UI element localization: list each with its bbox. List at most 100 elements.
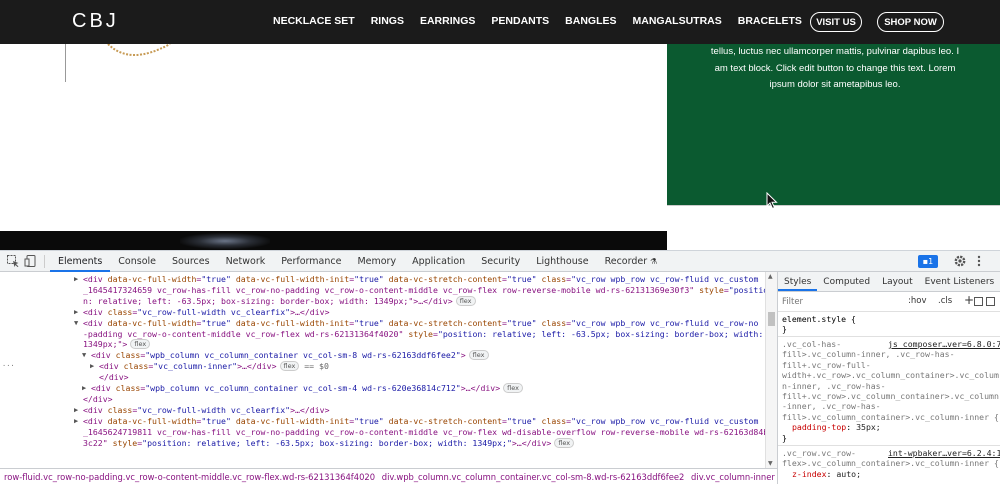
tab-console[interactable]: Console xyxy=(110,251,164,272)
flex-badge[interactable]: flex xyxy=(455,295,476,306)
rule-divider xyxy=(778,445,1000,446)
dom-node-markup: <div class="vc_row-full-width vc_clearfi… xyxy=(83,306,330,317)
nav-link-bracelets[interactable]: BRACELETS xyxy=(738,15,802,27)
scrollbar-thumb[interactable] xyxy=(768,312,775,326)
styles-pane: Styles Computed Layout Event Listeners »… xyxy=(777,272,1000,484)
tab-recorder[interactable]: Recorder ⚗ xyxy=(597,251,666,272)
collapse-node-icon[interactable]: ▼ xyxy=(74,318,83,329)
tab-security[interactable]: Security xyxy=(473,251,528,272)
nav-link-earrings[interactable]: EARRINGS xyxy=(420,15,475,27)
mouse-cursor-icon xyxy=(766,192,778,210)
breadcrumb-row[interactable]: row-fluid.vc_row-no-padding.vc_row-o-con… xyxy=(0,472,375,482)
rule1-selector: n-inner, .vc_row-has- xyxy=(782,380,886,391)
scroll-up-icon[interactable]: ▲ xyxy=(768,273,773,280)
dom-node-markup: <div class="vc_column-inner">…</div> flex… xyxy=(99,361,329,372)
breadcrumb-column[interactable]: div.wpb_column.vc_column_container.vc_co… xyxy=(378,472,685,482)
elements-dom-tree[interactable]: ▶ <div data-vc-full-width="true" data-vc-… xyxy=(0,272,765,468)
tab-styles[interactable]: Styles xyxy=(778,272,818,291)
tab-recorder-label: Recorder xyxy=(604,256,648,267)
dom-node-markup: <div class="wpb_column vc_column_contain… xyxy=(91,383,523,394)
flex-badge[interactable]: flex xyxy=(279,361,300,372)
tab-application[interactable]: Application xyxy=(404,251,473,272)
rule-divider xyxy=(778,336,1000,337)
expand-node-icon[interactable]: ▶ xyxy=(74,416,83,427)
rule2-declaration[interactable]: z-index: auto; xyxy=(792,469,861,479)
class-toggle[interactable]: .cls xyxy=(938,296,952,306)
dom-node-markup: n: relative; left: -63.5px; box-sizing: … xyxy=(83,295,476,307)
expand-node-icon[interactable]: ▶ xyxy=(82,383,91,394)
property-name[interactable]: z-index xyxy=(792,469,827,479)
collapse-node-icon[interactable]: ▼ xyxy=(82,350,91,361)
dom-node-markup: 1349px;"> flex xyxy=(83,339,151,350)
scroll-down-icon[interactable]: ▼ xyxy=(768,460,773,467)
expand-node-icon[interactable]: ▶ xyxy=(90,361,99,372)
dom-node-markup: </div> xyxy=(99,372,129,383)
device-toolbar-icon[interactable] xyxy=(24,254,38,268)
element-style-rule[interactable]: element.style { xyxy=(782,314,856,324)
more-options-icon[interactable] xyxy=(972,254,986,268)
nav-link-pendants[interactable]: PENDANTS xyxy=(491,15,549,27)
nav-link-bangles[interactable]: BANGLES xyxy=(565,15,616,27)
property-name[interactable]: padding-top xyxy=(792,422,846,432)
tab-sources[interactable]: Sources xyxy=(164,251,218,272)
tab-event-listeners[interactable]: Event Listeners xyxy=(919,272,1000,291)
divider-line xyxy=(65,44,66,82)
flask-icon: ⚗ xyxy=(650,257,658,266)
rule1-source-link[interactable]: js_composer…ver=6.8.0:7 xyxy=(888,339,1000,349)
green-text-block: tellus, luctus nec ullamcorper mattis, p… xyxy=(667,44,1000,205)
rule1-selector: fill>.vc_column_container>.vc_column-inn… xyxy=(782,411,999,422)
site-logo[interactable]: CBJ xyxy=(72,10,119,33)
main-menu: NECKLACE SET RINGS EARRINGS PENDANTS BAN… xyxy=(273,15,818,27)
dom-tree-scrollbar[interactable]: ▲ ▼ xyxy=(765,272,777,468)
tab-memory[interactable]: Memory xyxy=(349,251,404,272)
expand-node-icon[interactable]: ▶ xyxy=(74,405,83,416)
visit-us-button[interactable]: VISIT US xyxy=(810,12,862,32)
tab-lighthouse[interactable]: Lighthouse xyxy=(528,251,596,272)
green-text-paragraph: tellus, luctus nec ullamcorper mattis, p… xyxy=(700,44,970,94)
flex-badge[interactable]: flex xyxy=(468,350,489,361)
node-actions-icon[interactable]: ··· xyxy=(2,361,15,372)
issues-badge[interactable]: ▪1 xyxy=(918,255,938,268)
styles-filter-bar: :hov .cls + xyxy=(778,292,1000,312)
toggle-element-state-icon[interactable] xyxy=(974,297,983,306)
flex-badge[interactable]: flex xyxy=(554,437,575,448)
devtools-panel: Elements Console Sources Network Perform… xyxy=(0,250,1000,484)
dom-node-markup: -padding vc_row-o-content-middle vc_row-… xyxy=(83,328,764,339)
rule1-selector: fill+.vc_row>.vc_column_container>.vc_co… xyxy=(782,391,999,401)
flex-badge[interactable]: flex xyxy=(130,339,151,350)
inspect-element-icon[interactable] xyxy=(6,254,20,268)
tab-network[interactable]: Network xyxy=(218,251,274,272)
dom-node-markup: <div data-vc-full-width="true" data-vc-f… xyxy=(83,317,759,328)
dom-node-markup: </div> xyxy=(83,393,113,404)
rule-close-brace: } xyxy=(782,324,787,335)
text-line-2: am text block. Click edit button to chan… xyxy=(714,62,956,74)
text-line-1: tellus, luctus nec ullamcorper mattis, p… xyxy=(710,46,960,57)
rule1-selector: .vc_col-has- xyxy=(782,339,842,349)
hover-state-toggle[interactable]: :hov xyxy=(908,296,926,306)
expand-node-icon[interactable]: ▶ xyxy=(74,274,83,285)
tab-layout[interactable]: Layout xyxy=(876,272,919,291)
necklace-image xyxy=(107,44,171,56)
rule2-selector: .vc_row.vc_row- xyxy=(782,448,856,458)
property-value[interactable]: auto; xyxy=(836,469,861,479)
property-value[interactable]: 35px; xyxy=(856,422,881,432)
expand-node-icon[interactable]: ▶ xyxy=(74,307,83,318)
new-rule-icon[interactable]: + xyxy=(964,293,974,307)
styles-pane-tabs: Styles Computed Layout Event Listeners » xyxy=(778,272,1000,292)
shop-now-button[interactable]: SHOP NOW xyxy=(877,12,944,32)
computed-sidebar-icon[interactable] xyxy=(986,297,995,306)
breadcrumb-column-inner[interactable]: div.vc_column-inner xyxy=(687,472,775,482)
rule1-declaration[interactable]: padding-top: 35px; xyxy=(792,422,881,432)
nav-link-rings[interactable]: RINGS xyxy=(371,15,404,27)
rule2-source-link[interactable]: int-wpbaker…ver=6.2.4:1 xyxy=(888,448,1000,458)
styles-filter-input[interactable] xyxy=(782,295,900,309)
nav-link-mangalsutras[interactable]: MANGALSUTRAS xyxy=(633,15,722,27)
dom-node-markup: <div data-vc-full-width="true" data-vc-f… xyxy=(83,415,759,426)
nav-link-necklace-set[interactable]: NECKLACE SET xyxy=(273,15,355,27)
tab-performance[interactable]: Performance xyxy=(273,251,349,272)
settings-gear-icon[interactable] xyxy=(953,254,967,268)
top-navigation-bar: CBJ NECKLACE SET RINGS EARRINGS PENDANTS… xyxy=(0,0,1000,44)
tab-elements[interactable]: Elements xyxy=(50,251,111,272)
flex-badge[interactable]: flex xyxy=(503,383,523,393)
tab-computed[interactable]: Computed xyxy=(817,272,876,291)
